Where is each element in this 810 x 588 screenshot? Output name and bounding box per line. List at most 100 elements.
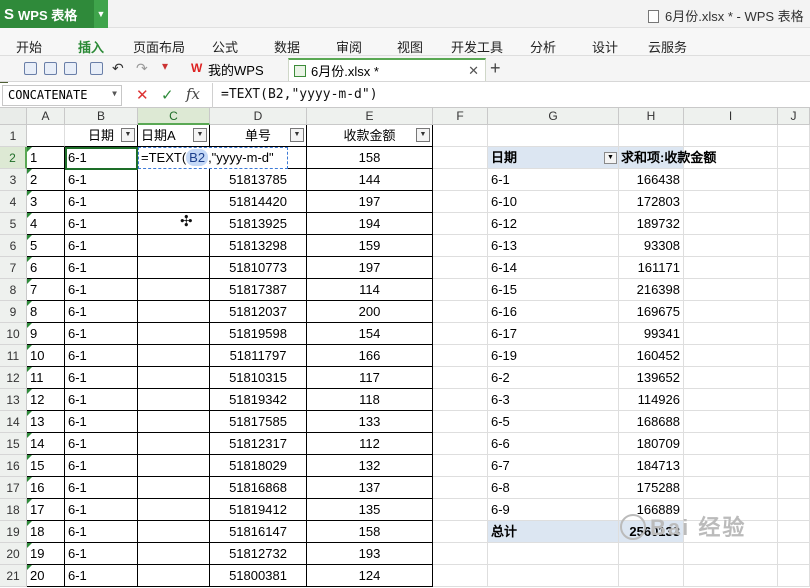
cell-B[interactable]: 6-1 bbox=[65, 521, 138, 543]
row-header[interactable]: 7 bbox=[0, 257, 27, 279]
row-header[interactable]: 16 bbox=[0, 455, 27, 477]
new-tab-plus-icon[interactable]: + bbox=[490, 58, 501, 79]
cell-D[interactable]: 51812732 bbox=[210, 543, 307, 565]
cell-D[interactable]: 51810315 bbox=[210, 367, 307, 389]
enter-formula-button[interactable]: ✓ bbox=[161, 86, 174, 104]
cell-C[interactable] bbox=[138, 565, 210, 587]
grid-cell[interactable] bbox=[27, 125, 65, 147]
cell-C[interactable] bbox=[138, 213, 210, 235]
cell-B[interactable]: 6-1 bbox=[65, 455, 138, 477]
table-header-D[interactable]: 单号 ▼ bbox=[210, 125, 307, 147]
in-cell-formula-editor[interactable]: =TEXT(B2 ,"yyyy-m-d" bbox=[138, 147, 288, 169]
grid-cell[interactable] bbox=[778, 125, 810, 147]
cell-D[interactable]: 51800381 bbox=[210, 565, 307, 587]
menu-2[interactable]: 插入 bbox=[78, 37, 104, 56]
cell-A[interactable]: 4 bbox=[27, 213, 65, 235]
row-header[interactable]: 10 bbox=[0, 323, 27, 345]
cell-C[interactable] bbox=[138, 433, 210, 455]
grid-cell[interactable] bbox=[778, 257, 810, 279]
cell-C[interactable] bbox=[138, 301, 210, 323]
pivot-row-sum[interactable]: 99341 bbox=[619, 323, 684, 345]
cell-B[interactable]: 6-1 bbox=[65, 345, 138, 367]
pivot-row-date[interactable]: 6-10 bbox=[488, 191, 619, 213]
formula-input[interactable]: =TEXT(B2,"yyyy-m-d") bbox=[212, 83, 810, 108]
pivot-header-sum[interactable]: 求和项:收款金额 bbox=[619, 147, 716, 169]
pivot-row-date[interactable]: 6-1 bbox=[488, 169, 619, 191]
cell-B[interactable]: 6-1 bbox=[65, 433, 138, 455]
insert-function-button[interactable]: fx bbox=[186, 85, 200, 103]
menu-8[interactable]: 开发工具 bbox=[451, 37, 503, 56]
grid-cell[interactable] bbox=[684, 301, 778, 323]
cell-E[interactable]: 135 bbox=[307, 499, 433, 521]
cell-B[interactable]: 6-1 bbox=[65, 367, 138, 389]
cell-B[interactable]: 6-1 bbox=[65, 235, 138, 257]
cell-C[interactable] bbox=[138, 411, 210, 433]
grid-cell[interactable] bbox=[488, 565, 619, 587]
cell-D[interactable]: 51814420 bbox=[210, 191, 307, 213]
cell-A[interactable]: 12 bbox=[27, 389, 65, 411]
cell-E[interactable]: 159 bbox=[307, 235, 433, 257]
menu-3[interactable]: 页面布局 bbox=[133, 37, 185, 56]
grid-cell[interactable] bbox=[433, 345, 488, 367]
cell-C[interactable] bbox=[138, 543, 210, 565]
grid-cell[interactable] bbox=[778, 301, 810, 323]
grid-cell[interactable] bbox=[778, 323, 810, 345]
pivot-row-date[interactable]: 6-17 bbox=[488, 323, 619, 345]
menu-7[interactable]: 视图 bbox=[397, 37, 423, 56]
grid-cell[interactable] bbox=[433, 499, 488, 521]
cell-C[interactable] bbox=[138, 235, 210, 257]
cell-C[interactable] bbox=[138, 521, 210, 543]
row-header[interactable]: 15 bbox=[0, 433, 27, 455]
grid-cell[interactable] bbox=[778, 455, 810, 477]
pivot-row-sum[interactable]: 169675 bbox=[619, 301, 684, 323]
table-header-B[interactable]: 日期 ▼ bbox=[65, 125, 138, 147]
cell-A[interactable]: 10 bbox=[27, 345, 65, 367]
grid-cell[interactable] bbox=[778, 213, 810, 235]
column-header-E[interactable]: E bbox=[307, 108, 433, 125]
row-header[interactable]: 8 bbox=[0, 279, 27, 301]
pivot-row-date[interactable]: 6-13 bbox=[488, 235, 619, 257]
grid-cell[interactable] bbox=[778, 499, 810, 521]
grid-cell[interactable] bbox=[778, 191, 810, 213]
menu-9[interactable]: 分析 bbox=[530, 37, 556, 56]
cell-E[interactable]: 117 bbox=[307, 367, 433, 389]
cell-E[interactable]: 166 bbox=[307, 345, 433, 367]
cell-E[interactable]: 158 bbox=[307, 147, 433, 169]
print-preview-icon[interactable] bbox=[90, 62, 103, 75]
column-header-D[interactable]: D bbox=[210, 108, 307, 125]
cell-A[interactable]: 9 bbox=[27, 323, 65, 345]
pivot-row-sum[interactable]: 172803 bbox=[619, 191, 684, 213]
cell-B[interactable]: 6-1 bbox=[65, 257, 138, 279]
grid-cell[interactable] bbox=[684, 345, 778, 367]
pivot-row-sum[interactable]: 180709 bbox=[619, 433, 684, 455]
cell-C[interactable] bbox=[138, 455, 210, 477]
grid-cell[interactable] bbox=[684, 323, 778, 345]
row-header[interactable]: 3 bbox=[0, 169, 27, 191]
cell-E[interactable]: 114 bbox=[307, 279, 433, 301]
grid-cell[interactable] bbox=[778, 235, 810, 257]
menu-4[interactable]: 公式 bbox=[212, 37, 238, 56]
pivot-row-date[interactable]: 6-14 bbox=[488, 257, 619, 279]
cell-A[interactable]: 3 bbox=[27, 191, 65, 213]
grid-cell[interactable] bbox=[684, 543, 778, 565]
cell-C[interactable] bbox=[138, 499, 210, 521]
cell-E[interactable]: 137 bbox=[307, 477, 433, 499]
grid-cell[interactable] bbox=[684, 389, 778, 411]
grid-cell[interactable] bbox=[433, 455, 488, 477]
cell-E[interactable]: 200 bbox=[307, 301, 433, 323]
row-header[interactable]: 18 bbox=[0, 499, 27, 521]
column-header-F[interactable]: F bbox=[433, 108, 488, 125]
table-header-C[interactable]: 日期A ▼ bbox=[138, 125, 210, 147]
row-header[interactable]: 17 bbox=[0, 477, 27, 499]
cell-D[interactable]: 51813785 bbox=[210, 169, 307, 191]
cell-C[interactable] bbox=[138, 257, 210, 279]
cell-B[interactable]: 6-1 bbox=[65, 411, 138, 433]
cell-B[interactable]: 6-1 bbox=[65, 389, 138, 411]
row-header[interactable]: 6 bbox=[0, 235, 27, 257]
cell-D[interactable]: 51819342 bbox=[210, 389, 307, 411]
cell-A[interactable]: 6 bbox=[27, 257, 65, 279]
cell-D[interactable]: 51816868 bbox=[210, 477, 307, 499]
cell-A[interactable]: 19 bbox=[27, 543, 65, 565]
grid-cell[interactable] bbox=[433, 147, 488, 169]
row-header[interactable]: 9 bbox=[0, 301, 27, 323]
